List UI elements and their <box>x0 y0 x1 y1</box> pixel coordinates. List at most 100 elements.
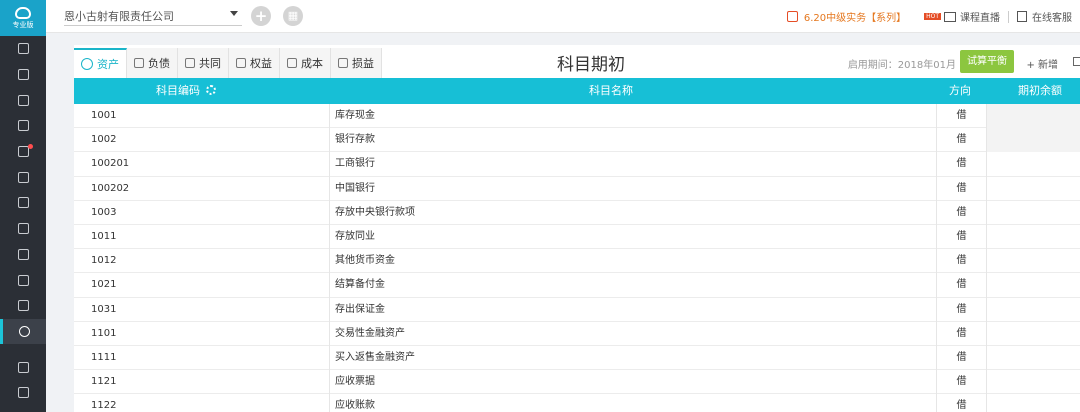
sidebar-item[interactable] <box>0 62 46 88</box>
online-service-link[interactable]: 在线客服 <box>1032 9 1072 24</box>
account-code-cell: 100202 <box>91 182 130 194</box>
opening-balance-cell[interactable] <box>986 152 1080 177</box>
opening-balance-cell[interactable] <box>986 370 1080 395</box>
divider <box>1008 10 1009 23</box>
sidebar-item[interactable] <box>0 190 46 216</box>
account-code-cell: 1002 <box>91 134 117 146</box>
trial-balance-button[interactable]: 试算平衡 <box>960 50 1014 73</box>
sidebar-item[interactable] <box>0 267 46 293</box>
direction-cell: 借 <box>936 273 986 298</box>
account-name-cell: 交易性金融资产 <box>329 321 936 346</box>
course-live-link[interactable]: 课程直播 <box>960 9 1000 24</box>
speaker-icon <box>786 11 798 22</box>
table-row[interactable]: 1002 银行存款借 <box>74 128 1080 153</box>
table-row[interactable]: 1101 交易性金融资产借 <box>74 321 1080 346</box>
sidebar-item[interactable] <box>0 164 46 190</box>
sidebar-item[interactable] <box>0 318 46 345</box>
speed-icon <box>17 387 29 399</box>
tab-5[interactable]: 损益 <box>331 48 382 78</box>
invoice-icon <box>17 171 29 183</box>
accounts-icon <box>17 120 29 132</box>
opening-balance-cell[interactable] <box>986 273 1080 298</box>
account-name-cell: 存出保证金 <box>329 297 936 322</box>
account-name-cell: 买入返售金融资产 <box>329 345 936 371</box>
add-button[interactable]: + 新增 <box>1026 56 1058 71</box>
tab-4[interactable]: 成本 <box>280 48 331 78</box>
opening-balance-cell[interactable] <box>986 321 1080 346</box>
table-row[interactable]: 100202 中国银行借 <box>74 176 1080 201</box>
tab-label: 共同 <box>199 57 221 70</box>
hot-badge: HOT <box>924 13 941 20</box>
opening-balance-cell[interactable] <box>986 128 1080 153</box>
account-code-cell: 1101 <box>91 327 117 339</box>
tab-0[interactable]: 资产 <box>74 48 127 78</box>
tab-2[interactable]: 共同 <box>178 48 229 78</box>
opening-balance-cell[interactable] <box>986 249 1080 274</box>
add-company-icon[interactable]: + <box>251 6 271 26</box>
table-row[interactable]: 1001 库存现金借 <box>74 104 1080 129</box>
opening-balance-cell[interactable] <box>986 224 1080 250</box>
sidebar-item[interactable] <box>0 380 46 406</box>
table-row[interactable]: 1021 结算备付金借 <box>74 273 1080 298</box>
opening-balance-cell[interactable] <box>986 176 1080 201</box>
table-row[interactable]: 1121 应收票据借 <box>74 370 1080 395</box>
asset-circle-icon <box>81 58 93 70</box>
tab-1[interactable]: 负债 <box>127 48 178 78</box>
account-name-cell: 中国银行 <box>329 176 936 201</box>
header-code: 科目编码 <box>156 78 216 104</box>
export-icon[interactable] <box>1073 57 1080 66</box>
main-content: 资产 负债 共同 权益 成本 损益 科目期初 启用期间：2018年01月 试算平衡 + 新… <box>74 45 1080 412</box>
voucher-icon <box>17 43 29 55</box>
opening-balance-cell[interactable] <box>986 297 1080 322</box>
direction-cell: 借 <box>936 104 986 129</box>
company-selector[interactable]: 恩小古射有限责任公司 <box>64 7 242 26</box>
table-row[interactable]: 1031 存出保证金借 <box>74 297 1080 322</box>
live-icon <box>944 11 956 22</box>
tab-label: 资产 <box>97 58 119 71</box>
sidebar: 专业版 <box>0 0 46 412</box>
table-row[interactable]: 100201 工商银行借 <box>74 152 1080 177</box>
sidebar-item[interactable] <box>0 216 46 242</box>
sidebar-item[interactable] <box>0 242 46 268</box>
column-settings-icon[interactable] <box>206 85 216 95</box>
sidebar-item[interactable] <box>0 113 46 139</box>
table-row[interactable]: 1122 应收账款借 <box>74 394 1080 412</box>
sidebar-item[interactable] <box>0 36 46 62</box>
tab-label: 成本 <box>301 57 323 70</box>
direction-cell: 借 <box>936 394 986 412</box>
account-code-cell: 1001 <box>91 110 117 121</box>
account-code-cell: 100201 <box>91 158 130 170</box>
app-logo[interactable]: 专业版 <box>0 0 46 36</box>
common-icon <box>185 58 195 68</box>
chevron-down-icon[interactable] <box>230 11 238 16</box>
account-name-cell: 应收账款 <box>329 394 936 412</box>
account-code-cell: 1031 <box>91 303 117 315</box>
video-icon <box>17 361 29 373</box>
account-name-cell: 存放同业 <box>329 224 936 250</box>
opening-balance-cell[interactable] <box>986 104 1080 129</box>
table-row[interactable]: 1111 买入返售金融资产借 <box>74 345 1080 371</box>
table-body: 1001 库存现金借 1002 银行存款借 100201 工商银行借 100202 中国银行借… <box>74 104 1080 412</box>
header-direction: 方向 <box>949 84 971 97</box>
promo-link[interactable]: 6.20中级实务【系列】 <box>804 9 906 24</box>
sidebar-item[interactable] <box>0 87 46 113</box>
sidebar-item[interactable] <box>0 354 46 380</box>
apps-grid-icon[interactable]: ▦ <box>283 6 303 26</box>
opening-balance-cell[interactable] <box>986 394 1080 412</box>
direction-cell: 借 <box>936 297 986 322</box>
header-balance: 期初余额 <box>1018 84 1062 97</box>
header-name: 科目名称 <box>589 84 633 97</box>
table-row[interactable]: 1011 存放同业借 <box>74 224 1080 250</box>
table-row[interactable]: 1012 其他货币资金借 <box>74 249 1080 274</box>
account-name-cell: 银行存款 <box>329 128 936 153</box>
opening-balance-cell[interactable] <box>986 345 1080 371</box>
account-code-cell: 1021 <box>91 279 117 291</box>
cost-icon <box>287 58 297 68</box>
table-row[interactable]: 1003 存放中央银行款项借 <box>74 200 1080 225</box>
opening-balance-cell[interactable] <box>986 200 1080 225</box>
sidebar-item[interactable] <box>0 139 46 165</box>
sidebar-item[interactable] <box>0 293 46 319</box>
cash-icon <box>17 248 29 260</box>
tab-3[interactable]: 权益 <box>229 48 280 78</box>
direction-cell: 借 <box>936 224 986 250</box>
